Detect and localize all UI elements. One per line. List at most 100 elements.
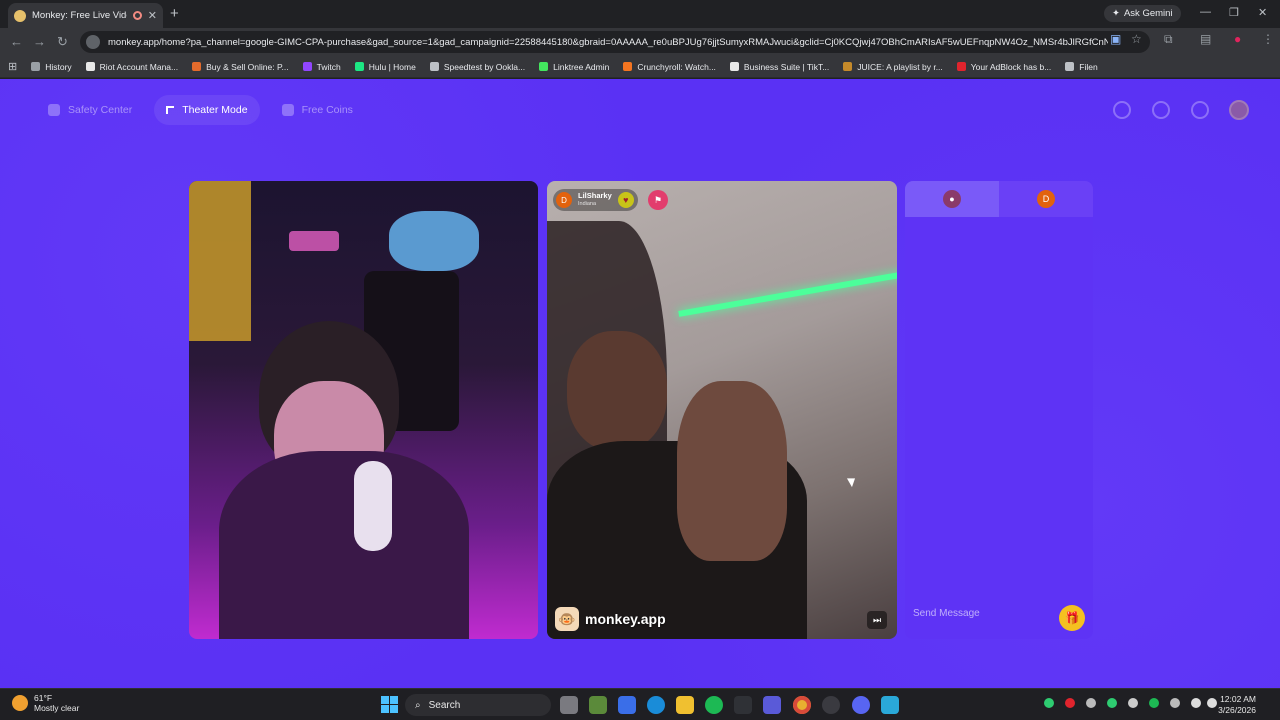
bookmark-icon — [539, 62, 549, 71]
spotify-icon[interactable] — [705, 696, 723, 714]
weather-icon — [12, 695, 28, 711]
browser-tab-strip: Monkey: Free Live Video Ch ✕ + ✦ Ask Gem… — [0, 0, 1280, 28]
chat-tab-self[interactable]: ● — [905, 181, 999, 217]
send-message-input[interactable]: Send Message — [913, 608, 1053, 619]
volume-icon[interactable] — [1207, 698, 1217, 708]
heart-icon[interactable]: ♥ — [617, 192, 634, 208]
site-info-icon[interactable] — [86, 35, 100, 49]
bookmark-star-icon[interactable]: ☆ — [1131, 32, 1142, 46]
browser-tab[interactable]: Monkey: Free Live Video Ch ✕ — [8, 3, 163, 28]
bookmark-label: Linktree Admin — [553, 61, 610, 72]
start-button[interactable] — [381, 696, 398, 713]
menu-kebab-icon[interactable]: ⋮ — [1262, 32, 1274, 46]
bookmark-item[interactable]: Linktree Admin — [539, 62, 609, 72]
free-coins-button[interactable]: Free Coins — [270, 95, 365, 125]
gemini-sparkle-icon: ✦ — [1112, 8, 1120, 19]
steam-icon[interactable] — [822, 696, 840, 714]
app-icon-2[interactable] — [881, 696, 899, 714]
ask-gemini-button[interactable]: ✦ Ask Gemini — [1104, 5, 1181, 22]
bookmark-label: Speedtest by Ookla... — [443, 61, 526, 72]
user-avatar[interactable] — [1229, 100, 1249, 120]
tray-spotify-icon[interactable] — [1149, 698, 1159, 708]
coins-icon — [281, 104, 294, 116]
bookmark-label: JUICE: A playlist by r... — [857, 61, 943, 72]
bookmark-icon — [31, 62, 41, 71]
tray-shield-icon[interactable] — [1107, 698, 1117, 708]
minimize-icon[interactable]: — — [1200, 6, 1211, 18]
search-label: Search — [428, 699, 461, 711]
safety-center-button[interactable]: Safety Center — [36, 95, 144, 125]
chat-panel: ● D Send Message 🎁 — [905, 181, 1093, 639]
plush-shape — [389, 211, 479, 271]
system-clock[interactable]: 12:02 AM 3/26/2026 — [1218, 694, 1256, 716]
bookmark-item[interactable]: JUICE: A playlist by r... — [843, 62, 943, 72]
chrome-icon[interactable] — [793, 696, 811, 714]
discord-icon[interactable] — [852, 696, 870, 714]
reload-icon[interactable]: ↻ — [57, 34, 68, 50]
bookmark-item[interactable]: Buy & Sell Online: P... — [192, 62, 289, 72]
bookmark-icon — [729, 62, 739, 71]
ask-gemini-label: Ask Gemini — [1123, 8, 1173, 19]
side-panel-icon[interactable]: ▤ — [1200, 32, 1211, 46]
bookmark-item[interactable]: Business Suite | TikT... — [729, 62, 829, 72]
forward-icon[interactable]: → — [33, 34, 46, 49]
bookmark-icon — [302, 62, 312, 71]
history-clock-icon[interactable] — [1152, 101, 1170, 119]
bookmark-item[interactable]: Your AdBlock has b... — [956, 62, 1051, 72]
apps-grid-icon[interactable]: ⊞ — [8, 60, 17, 73]
address-bar[interactable]: monkey.app/home?pa_channel=google-GIMC-C… — [80, 31, 1150, 53]
url-text[interactable]: monkey.app/home?pa_channel=google-GIMC-C… — [108, 37, 1108, 48]
file-explorer-icon[interactable] — [676, 696, 694, 714]
bookmark-icon — [623, 62, 633, 71]
expand-icon — [166, 106, 175, 114]
tray-cloud-icon[interactable] — [1086, 698, 1096, 708]
windows-taskbar: 61°F Mostly clear ⌕ Search 12:02 AM 3/26… — [0, 688, 1280, 720]
bookmark-label: History — [45, 61, 72, 72]
bookmark-label: Buy & Sell Online: P... — [206, 61, 289, 72]
bookmark-item[interactable]: Hulu | Home — [354, 62, 416, 72]
bookmark-item[interactable]: Twitch — [302, 62, 341, 72]
report-icon[interactable]: ⚑ — [648, 190, 668, 210]
close-tab-icon[interactable]: ✕ — [148, 9, 157, 22]
edge-icon[interactable] — [647, 696, 665, 714]
remote-user-badge[interactable]: D LilSharky Indiana ♥ — [553, 189, 638, 211]
bookmark-item[interactable]: History — [31, 61, 72, 72]
taskbar-search[interactable]: ⌕ Search — [405, 694, 551, 716]
back-icon[interactable]: ← — [10, 34, 23, 49]
bookmark-item[interactable]: Riot Account Mana... — [85, 61, 179, 72]
skip-button[interactable]: ⏭ — [867, 611, 887, 629]
nvidia-icon[interactable] — [589, 696, 607, 714]
weather-widget[interactable]: 61°F Mostly clear — [12, 693, 79, 713]
theater-mode-button[interactable]: Theater Mode — [154, 95, 260, 125]
shield-icon — [48, 104, 60, 116]
new-tab-button[interactable]: + — [170, 5, 179, 22]
task-view-icon[interactable] — [560, 696, 578, 714]
restore-icon[interactable]: ❐ — [1229, 6, 1239, 19]
remote-user-name: LilSharky — [578, 191, 612, 200]
bookmark-label: Riot Account Mana... — [99, 61, 179, 72]
chat-tab-partner[interactable]: D — [999, 181, 1093, 217]
copilot-icon[interactable] — [618, 696, 636, 714]
translate-icon[interactable]: ▣ — [1110, 32, 1121, 46]
extensions-icon[interactable]: ⧉ — [1164, 32, 1173, 47]
tray-app-icon[interactable] — [1128, 698, 1138, 708]
clock-time: 12:02 AM — [1220, 694, 1256, 704]
bookmark-item[interactable]: Crunchyroll: Watch... — [623, 62, 716, 72]
wifi-icon[interactable] — [1191, 698, 1201, 708]
microphone-icon[interactable] — [1170, 698, 1180, 708]
app-icon[interactable] — [734, 696, 752, 714]
monkey-favicon-icon — [14, 9, 26, 22]
tray-download-icon[interactable] — [1065, 698, 1075, 708]
globe-icon[interactable] — [1113, 101, 1131, 119]
gift-icon[interactable]: 🎁 — [1059, 605, 1085, 631]
browser-toolbar: ← → ↻ monkey.app/home?pa_channel=google-… — [0, 28, 1280, 56]
teams-icon[interactable] — [763, 696, 781, 714]
close-window-icon[interactable]: ✕ — [1258, 6, 1267, 19]
remote-user-name-group: LilSharky Indiana — [578, 192, 612, 208]
bookmark-icon — [354, 62, 364, 71]
messages-icon[interactable] — [1191, 101, 1209, 119]
bookmark-item[interactable]: Speedtest by Ookla... — [429, 61, 526, 72]
bookmark-item[interactable]: Filen — [1065, 62, 1098, 72]
profile-avatar[interactable]: ● — [1234, 32, 1241, 46]
tray-status-icon[interactable] — [1044, 698, 1054, 708]
